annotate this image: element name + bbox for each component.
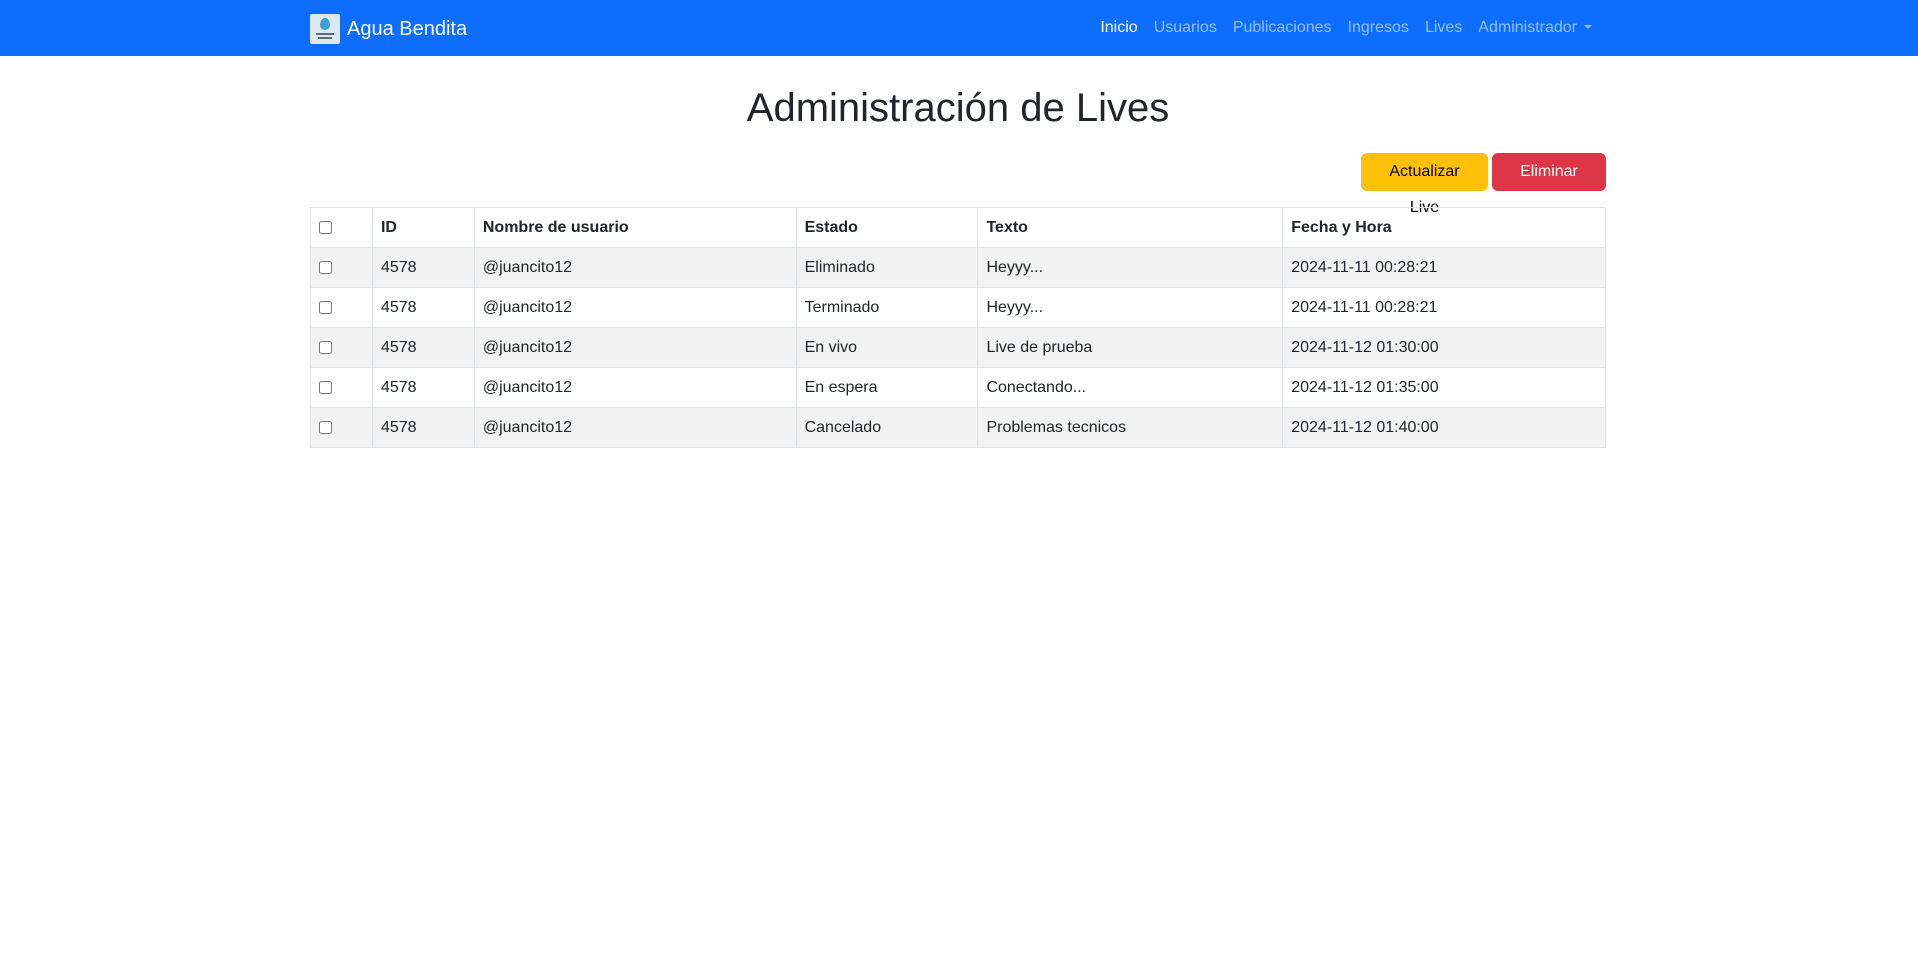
cell-username: @juancito12 xyxy=(473,367,797,408)
cell-text: Conectando... xyxy=(977,367,1284,408)
cell-id: 4578 xyxy=(371,327,475,368)
cell-datetime: 2024-11-12 01:40:00 xyxy=(1282,407,1606,448)
cell-id: 4578 xyxy=(371,407,475,448)
cell-username: @juancito12 xyxy=(473,407,797,448)
cell-datetime: 2024-11-11 00:28:21 xyxy=(1282,247,1606,288)
cell-username: @juancito12 xyxy=(473,327,797,368)
cell-username: @juancito12 xyxy=(473,287,797,328)
nav-link-lives[interactable]: Lives xyxy=(1417,19,1470,37)
update-live-button[interactable]: Actualizar Live xyxy=(1361,153,1488,216)
cell-status: Terminado xyxy=(795,287,979,328)
select-all-checkbox[interactable] xyxy=(319,220,332,234)
table-row[interactable]: 4578 @juancito12 En espera Conectando...… xyxy=(310,367,1606,408)
nav-link-usuarios[interactable]: Usuarios xyxy=(1146,19,1225,37)
cell-status: En vivo xyxy=(795,327,979,368)
page-title: Administración de Lives xyxy=(746,86,1170,130)
table-row[interactable]: 4578 @juancito12 Terminado Heyyy... 2024… xyxy=(310,287,1606,328)
row-checkbox[interactable] xyxy=(319,420,332,434)
nav-link-ingresos[interactable]: Ingresos xyxy=(1340,19,1417,37)
row-select-cell xyxy=(310,327,373,368)
delete-live-button[interactable]: Eliminar Live xyxy=(1492,153,1606,216)
cell-status: Cancelado xyxy=(795,407,979,448)
cell-id: 4578 xyxy=(371,367,475,408)
table-row[interactable]: 4578 @juancito12 Eliminado Heyyy... 2024… xyxy=(310,247,1606,288)
row-checkbox[interactable] xyxy=(319,260,332,274)
cell-status: En espera xyxy=(795,367,979,408)
top-navbar: Agua Bendita Inicio Usuarios Publicacion… xyxy=(0,0,1918,56)
header-select-cell xyxy=(310,207,373,248)
brand-name: Agua Bendita xyxy=(347,17,468,40)
nav-dropdown-label: Administrador xyxy=(1478,19,1577,36)
table-header-row: ID Nombre de usuario Estado Texto Fecha … xyxy=(310,207,1606,248)
nav-dropdown-administrador[interactable]: Administrador xyxy=(1470,19,1600,37)
cell-text: Live de prueba xyxy=(977,327,1284,368)
brand-logo-icon xyxy=(310,14,340,44)
nav-links: Inicio Usuarios Publicaciones Ingresos L… xyxy=(1092,0,1600,56)
header-id: ID xyxy=(371,207,475,248)
cell-text: Heyyy... xyxy=(977,287,1284,328)
brand-link[interactable]: Agua Bendita xyxy=(310,14,467,44)
header-status: Estado xyxy=(795,207,979,248)
row-select-cell xyxy=(310,247,373,288)
row-checkbox[interactable] xyxy=(319,340,332,354)
cell-id: 4578 xyxy=(371,247,475,288)
header-datetime: Fecha y Hora xyxy=(1282,207,1606,248)
nav-link-publicaciones[interactable]: Publicaciones xyxy=(1225,19,1340,37)
cell-datetime: 2024-11-12 01:30:00 xyxy=(1282,327,1606,368)
cell-datetime: 2024-11-11 00:28:21 xyxy=(1282,287,1606,328)
cell-id: 4578 xyxy=(371,287,475,328)
row-select-cell xyxy=(310,407,373,448)
cell-text: Problemas tecnicos xyxy=(977,407,1284,448)
row-select-cell xyxy=(310,367,373,408)
row-select-cell xyxy=(310,287,373,328)
cell-text: Heyyy... xyxy=(977,247,1284,288)
cell-username: @juancito12 xyxy=(473,247,797,288)
header-username: Nombre de usuario xyxy=(473,207,797,248)
table-row[interactable]: 4578 @juancito12 En vivo Live de prueba … xyxy=(310,327,1606,368)
cell-status: Eliminado xyxy=(795,247,979,288)
row-checkbox[interactable] xyxy=(319,300,332,314)
row-checkbox[interactable] xyxy=(319,380,332,394)
cell-datetime: 2024-11-12 01:35:00 xyxy=(1282,367,1606,408)
table-row[interactable]: 4578 @juancito12 Cancelado Problemas tec… xyxy=(310,407,1606,448)
header-text: Texto xyxy=(977,207,1284,248)
caret-down-icon xyxy=(1584,25,1592,29)
nav-link-inicio[interactable]: Inicio xyxy=(1092,19,1145,37)
lives-table: ID Nombre de usuario Estado Texto Fecha … xyxy=(310,207,1606,448)
